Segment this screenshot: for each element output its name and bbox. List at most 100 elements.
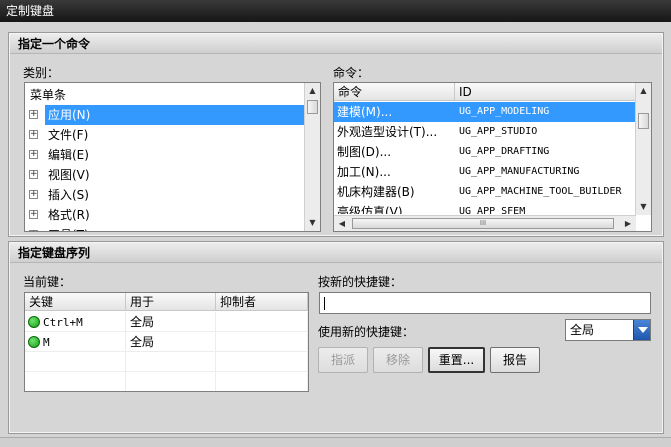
scope-dropdown[interactable]: 全局: [565, 319, 651, 341]
key-cell: Ctrl+M: [25, 312, 126, 332]
command-table[interactable]: 命令 ID 建模(M)... UG_APP_MODELING 外观造型设计(T)..…: [333, 82, 652, 232]
command-id: UG_APP_STUDIO: [459, 126, 538, 137]
expand-plus-icon[interactable]: +: [29, 110, 38, 119]
suppressed-by-cell: [216, 332, 308, 352]
suppressed-by-cell: [216, 372, 308, 391]
expand-plus-icon[interactable]: +: [29, 150, 38, 159]
suppressed-by-cell: [216, 352, 308, 372]
key-cell: M: [25, 332, 126, 352]
scope-dropdown-value: 全局: [570, 323, 595, 337]
category-item[interactable]: 菜单条: [25, 85, 304, 105]
current-keys-label: 当前键：: [23, 275, 72, 289]
assign-command-panel: 指定一个命令 类别： 命令： 菜单条 + 应用(N) + 文件(F) + 编辑(E) + 视图(…: [8, 32, 664, 237]
command-name: 外观造型设计(T)...: [337, 125, 438, 139]
command-name: 机床构建器(B): [337, 185, 415, 199]
expand-plus-icon[interactable]: +: [29, 230, 38, 231]
expand-plus-icon[interactable]: +: [29, 190, 38, 199]
category-item[interactable]: + 文件(F): [25, 125, 304, 145]
command-name: 制图(D)...: [337, 145, 392, 159]
command-label: 命令：: [333, 66, 370, 80]
command-row[interactable]: 制图(D)... UG_APP_DRAFTING: [334, 142, 636, 162]
command-vertical-scrollbar[interactable]: ▲ ▼: [635, 83, 651, 215]
assign-command-heading: 指定一个命令: [10, 34, 662, 54]
text-caret: [324, 297, 325, 310]
scroll-up-arrow-icon[interactable]: ▲: [636, 83, 651, 99]
suppressed-by-cell: [216, 312, 308, 332]
category-item-label: 视图(V): [48, 168, 90, 182]
category-item[interactable]: + 格式(R): [25, 205, 304, 225]
category-item[interactable]: + 视图(V): [25, 165, 304, 185]
assign-button[interactable]: 指派: [318, 347, 368, 373]
scroll-up-arrow-icon[interactable]: ▲: [305, 83, 320, 99]
key-text: Ctrl+M: [43, 316, 83, 329]
window-title: 定制键盘: [6, 4, 55, 18]
empty-key-row: [25, 372, 308, 391]
suppressed-by-column-header[interactable]: 抑制者: [216, 293, 308, 311]
command-horizontal-scrollbar[interactable]: ◀ III ▶: [334, 215, 636, 231]
scope-cell: 全局: [126, 332, 216, 352]
command-row[interactable]: 外观造型设计(T)... UG_APP_STUDIO: [334, 122, 636, 142]
scope-column-header[interactable]: 用于: [126, 293, 216, 311]
command-column-header[interactable]: 命令: [334, 83, 455, 101]
scroll-grip: III: [479, 219, 487, 227]
category-item-label: 插入(S): [48, 188, 89, 202]
command-name: 建模(M)...: [337, 105, 393, 119]
command-name: 加工(N)...: [337, 165, 391, 179]
key-cell: [25, 372, 126, 391]
id-column-header[interactable]: ID: [455, 83, 636, 101]
current-keys-table[interactable]: 关键 用于 抑制者 Ctrl+M 全局 M 全局: [24, 292, 309, 392]
command-id: UG_APP_SFEM: [459, 206, 526, 214]
command-row[interactable]: 机床构建器(B) UG_APP_MACHINE_TOOL_BUILDER: [334, 182, 636, 202]
command-row[interactable]: 建模(M)... UG_APP_MODELING: [334, 102, 636, 122]
key-column-header[interactable]: 关键: [25, 293, 126, 311]
horizontal-scroll-thumb[interactable]: III: [352, 218, 614, 229]
command-id: UG_APP_MACHINE_TOOL_BUILDER: [459, 186, 622, 197]
expand-plus-icon[interactable]: +: [29, 130, 38, 139]
remove-button[interactable]: 移除: [373, 347, 423, 373]
command-row[interactable]: 高级仿真(V) UG_APP_SFEM: [334, 202, 636, 214]
expand-plus-icon[interactable]: +: [29, 210, 38, 219]
scroll-down-arrow-icon[interactable]: ▼: [305, 215, 320, 231]
new-shortcut-input[interactable]: [319, 292, 651, 314]
key-text: M: [43, 336, 50, 349]
use-new-shortcut-label: 使用新的快捷键：: [318, 325, 415, 339]
category-item[interactable]: + 工具(T): [25, 225, 304, 231]
scope-cell: [126, 352, 216, 372]
category-item[interactable]: + 编辑(E): [25, 145, 304, 165]
reset-button[interactable]: 重置...: [428, 347, 485, 373]
category-item-label: 应用(N): [45, 105, 304, 125]
category-item-label: 格式(R): [48, 208, 90, 222]
active-status-icon: [28, 336, 40, 348]
category-vertical-scrollbar[interactable]: ▲ ▼: [304, 83, 320, 231]
scroll-left-arrow-icon[interactable]: ◀: [334, 216, 350, 231]
category-item-label: 工具(T): [45, 225, 92, 231]
report-button[interactable]: 报告: [490, 347, 540, 373]
command-name: 高级仿真(V): [337, 205, 403, 214]
empty-key-row: [25, 352, 308, 372]
window-titlebar: 定制键盘: [0, 0, 671, 22]
category-tree[interactable]: 菜单条+应用(N)+文件(F)+编辑(E)+视图(V)+插入(S)+格式(R)+…: [24, 82, 321, 232]
category-item-label: 菜单条: [30, 88, 67, 102]
category-item[interactable]: + 应用(N): [25, 105, 304, 125]
expand-plus-icon[interactable]: +: [29, 170, 38, 179]
chevron-down-icon[interactable]: [633, 320, 650, 340]
key-cell: [25, 352, 126, 372]
keyboard-sequence-panel: 指定键盘序列 当前键： 关键 用于 抑制者 Ctrl+M 全局 M 全局 按新的快捷键…: [8, 241, 664, 434]
category-label: 类别：: [23, 66, 60, 80]
command-row[interactable]: 加工(N)... UG_APP_MANUFACTURING: [334, 162, 636, 182]
command-id: UG_APP_MANUFACTURING: [459, 166, 580, 177]
active-status-icon: [28, 316, 40, 328]
scroll-thumb[interactable]: [638, 113, 649, 129]
scroll-thumb[interactable]: [307, 100, 318, 114]
scroll-down-arrow-icon[interactable]: ▼: [636, 199, 651, 215]
new-shortcut-label: 按新的快捷键：: [318, 275, 403, 289]
key-row[interactable]: Ctrl+M 全局: [25, 312, 308, 332]
command-id: UG_APP_MODELING: [459, 106, 550, 117]
scope-cell: [126, 372, 216, 391]
category-item-label: 文件(F): [48, 128, 89, 142]
command-id: UG_APP_DRAFTING: [459, 146, 550, 157]
key-row[interactable]: M 全局: [25, 332, 308, 352]
dialog-footer: [0, 437, 671, 447]
category-item[interactable]: + 插入(S): [25, 185, 304, 205]
scroll-right-arrow-icon[interactable]: ▶: [620, 216, 636, 231]
